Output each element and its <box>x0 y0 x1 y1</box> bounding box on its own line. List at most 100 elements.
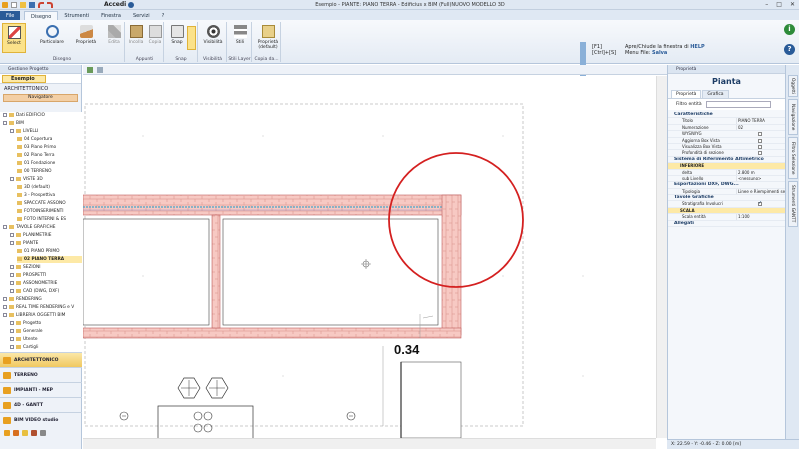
wall-east[interactable] <box>441 194 462 336</box>
user-icon[interactable] <box>128 2 134 8</box>
access-button[interactable]: Accedi <box>104 1 126 8</box>
tree-item[interactable]: LIBRERIA OGGETTI BIM <box>3 312 82 319</box>
tree-item[interactable]: PROSPETTI <box>10 272 82 279</box>
wall-south[interactable] <box>83 327 462 339</box>
module-item[interactable]: ARCHITETTONICO <box>0 352 82 367</box>
tree-item[interactable]: 04 Copertura <box>17 136 82 143</box>
tree-item[interactable]: Dati EDIFICIO <box>3 112 82 119</box>
expand-icon[interactable] <box>10 344 14 349</box>
tree-item[interactable]: TAVOLE GRAFICHE <box>3 224 82 231</box>
expand-icon[interactable] <box>10 240 14 245</box>
tree-item[interactable]: FOTOINSERIMENTI <box>17 208 82 215</box>
tree-item[interactable]: Progetto <box>10 320 82 327</box>
tree-item[interactable]: 03 Piano Primo <box>17 144 82 151</box>
tree-item[interactable]: VISTE 3D <box>10 176 82 183</box>
tree-item[interactable]: RENDERING <box>3 296 82 303</box>
property-checkbox[interactable] <box>758 201 762 207</box>
tree-item[interactable]: 00 TERRENO <box>17 168 82 175</box>
module-item[interactable]: IMPIANTI - MEP <box>0 382 82 397</box>
property-checkbox[interactable] <box>758 151 762 156</box>
expand-icon[interactable] <box>10 264 14 269</box>
help-icon[interactable]: ? <box>784 44 795 55</box>
tree-item[interactable]: Utente <box>10 336 82 343</box>
tab-servizi[interactable]: Servizi <box>127 11 156 20</box>
floor-plan[interactable]: 0.34 <box>83 76 656 438</box>
horizontal-scrollbar[interactable] <box>83 438 656 449</box>
tab-file[interactable]: File <box>0 11 20 20</box>
tree-item[interactable]: CAD (DWG, DXF) <box>10 288 82 295</box>
expand-icon[interactable] <box>10 288 14 293</box>
module-item[interactable]: BIM VIDEO studio <box>0 412 82 427</box>
tab-strumenti[interactable]: Strumenti <box>58 11 95 20</box>
module-icon-1[interactable] <box>4 430 10 436</box>
tree-item[interactable]: 3 - Prospettiva <box>17 192 82 199</box>
tree-item[interactable]: SPACCATE ASSONO <box>17 200 82 207</box>
bathroom-fixtures[interactable] <box>157 377 254 438</box>
module-item[interactable]: 4D - GANTT <box>0 397 82 412</box>
tree-item[interactable]: PLANIMETRIE <box>10 232 82 239</box>
drawing-canvas[interactable]: 0.34 <box>83 76 656 438</box>
expand-icon[interactable] <box>10 232 14 237</box>
module-icon-2[interactable] <box>13 430 19 436</box>
view-icon[interactable] <box>87 67 93 73</box>
visibilita-button[interactable]: Visibilità <box>201 23 225 53</box>
undo-icon[interactable] <box>38 2 44 8</box>
expand-icon[interactable] <box>3 112 7 117</box>
expand-icon[interactable] <box>10 176 14 181</box>
tab-grafica[interactable]: Grafica <box>702 90 729 98</box>
stili-button[interactable]: Stili <box>228 23 252 53</box>
expand-icon[interactable] <box>10 280 14 285</box>
app-logo-icon[interactable] <box>2 2 8 8</box>
property-checkbox[interactable] <box>758 132 762 137</box>
tree-item[interactable]: BIM <box>3 120 82 127</box>
copia-button[interactable]: Copia <box>146 23 164 53</box>
redo-icon[interactable] <box>47 2 53 8</box>
info-icon[interactable]: i <box>784 24 795 35</box>
dimension-text[interactable]: 0.34 <box>394 342 420 357</box>
property-checkbox[interactable] <box>758 138 762 143</box>
open-folder-icon[interactable] <box>20 2 26 8</box>
incolla-button[interactable]: Incolla <box>126 23 146 53</box>
save-icon[interactable] <box>29 2 35 8</box>
close-button[interactable]: ✕ <box>790 1 795 8</box>
tree-item[interactable]: 02 Piano Terra <box>17 152 82 159</box>
particolare-button[interactable]: Particolare <box>36 23 68 53</box>
tab-disegno[interactable]: Disegno <box>24 11 59 20</box>
tree-item[interactable]: 01 Fondazione <box>17 160 82 167</box>
expand-icon[interactable] <box>10 272 14 277</box>
tree-item[interactable]: FOTO INTERNI & ES <box>17 216 82 223</box>
module-icon-4[interactable] <box>31 430 37 436</box>
tree-item[interactable]: REAL TIME RENDERING e V <box>3 304 82 311</box>
module-icon-3[interactable] <box>22 430 28 436</box>
room-left[interactable] <box>83 218 210 326</box>
tree-item[interactable]: Cartigli <box>10 344 82 351</box>
tree-item[interactable]: Generale <box>10 328 82 335</box>
select-button[interactable]: Select <box>2 23 26 53</box>
tree-item[interactable]: ASSONOMETRIE <box>10 280 82 287</box>
vertical-scrollbar[interactable] <box>656 76 667 438</box>
property-section[interactable]: Allegati <box>668 220 786 228</box>
side-tab-navigazione[interactable]: Navigazione <box>788 99 798 135</box>
tree-item[interactable]: LIVELLI <box>10 128 82 135</box>
tree-item[interactable]: 3D (default) <box>17 184 82 191</box>
tab-finestra[interactable]: Finestra <box>95 11 127 20</box>
edita-button[interactable]: Edita <box>102 23 126 53</box>
tree-item[interactable]: 01 PIANO PRIMO <box>17 248 82 255</box>
maximize-button[interactable]: □ <box>776 1 782 8</box>
expand-icon[interactable] <box>10 320 14 325</box>
expand-icon[interactable] <box>10 336 14 341</box>
expand-icon[interactable] <box>3 296 7 301</box>
volume-icon[interactable] <box>40 430 46 436</box>
tree-item[interactable]: SEZIONI <box>10 264 82 271</box>
wall-north[interactable] <box>83 194 462 216</box>
expand-icon[interactable] <box>3 120 7 125</box>
wall-interior[interactable] <box>211 214 221 329</box>
tree-item[interactable]: PIANTE <box>10 240 82 247</box>
room-main[interactable] <box>222 218 439 326</box>
new-file-icon[interactable] <box>11 2 17 8</box>
minimize-button[interactable]: – <box>765 1 768 8</box>
expand-icon[interactable] <box>3 304 7 309</box>
snap-button[interactable]: Snap <box>167 23 187 53</box>
snap-toggle[interactable] <box>187 26 196 50</box>
proprieta-default-button[interactable]: Proprietà (default) <box>255 23 281 53</box>
